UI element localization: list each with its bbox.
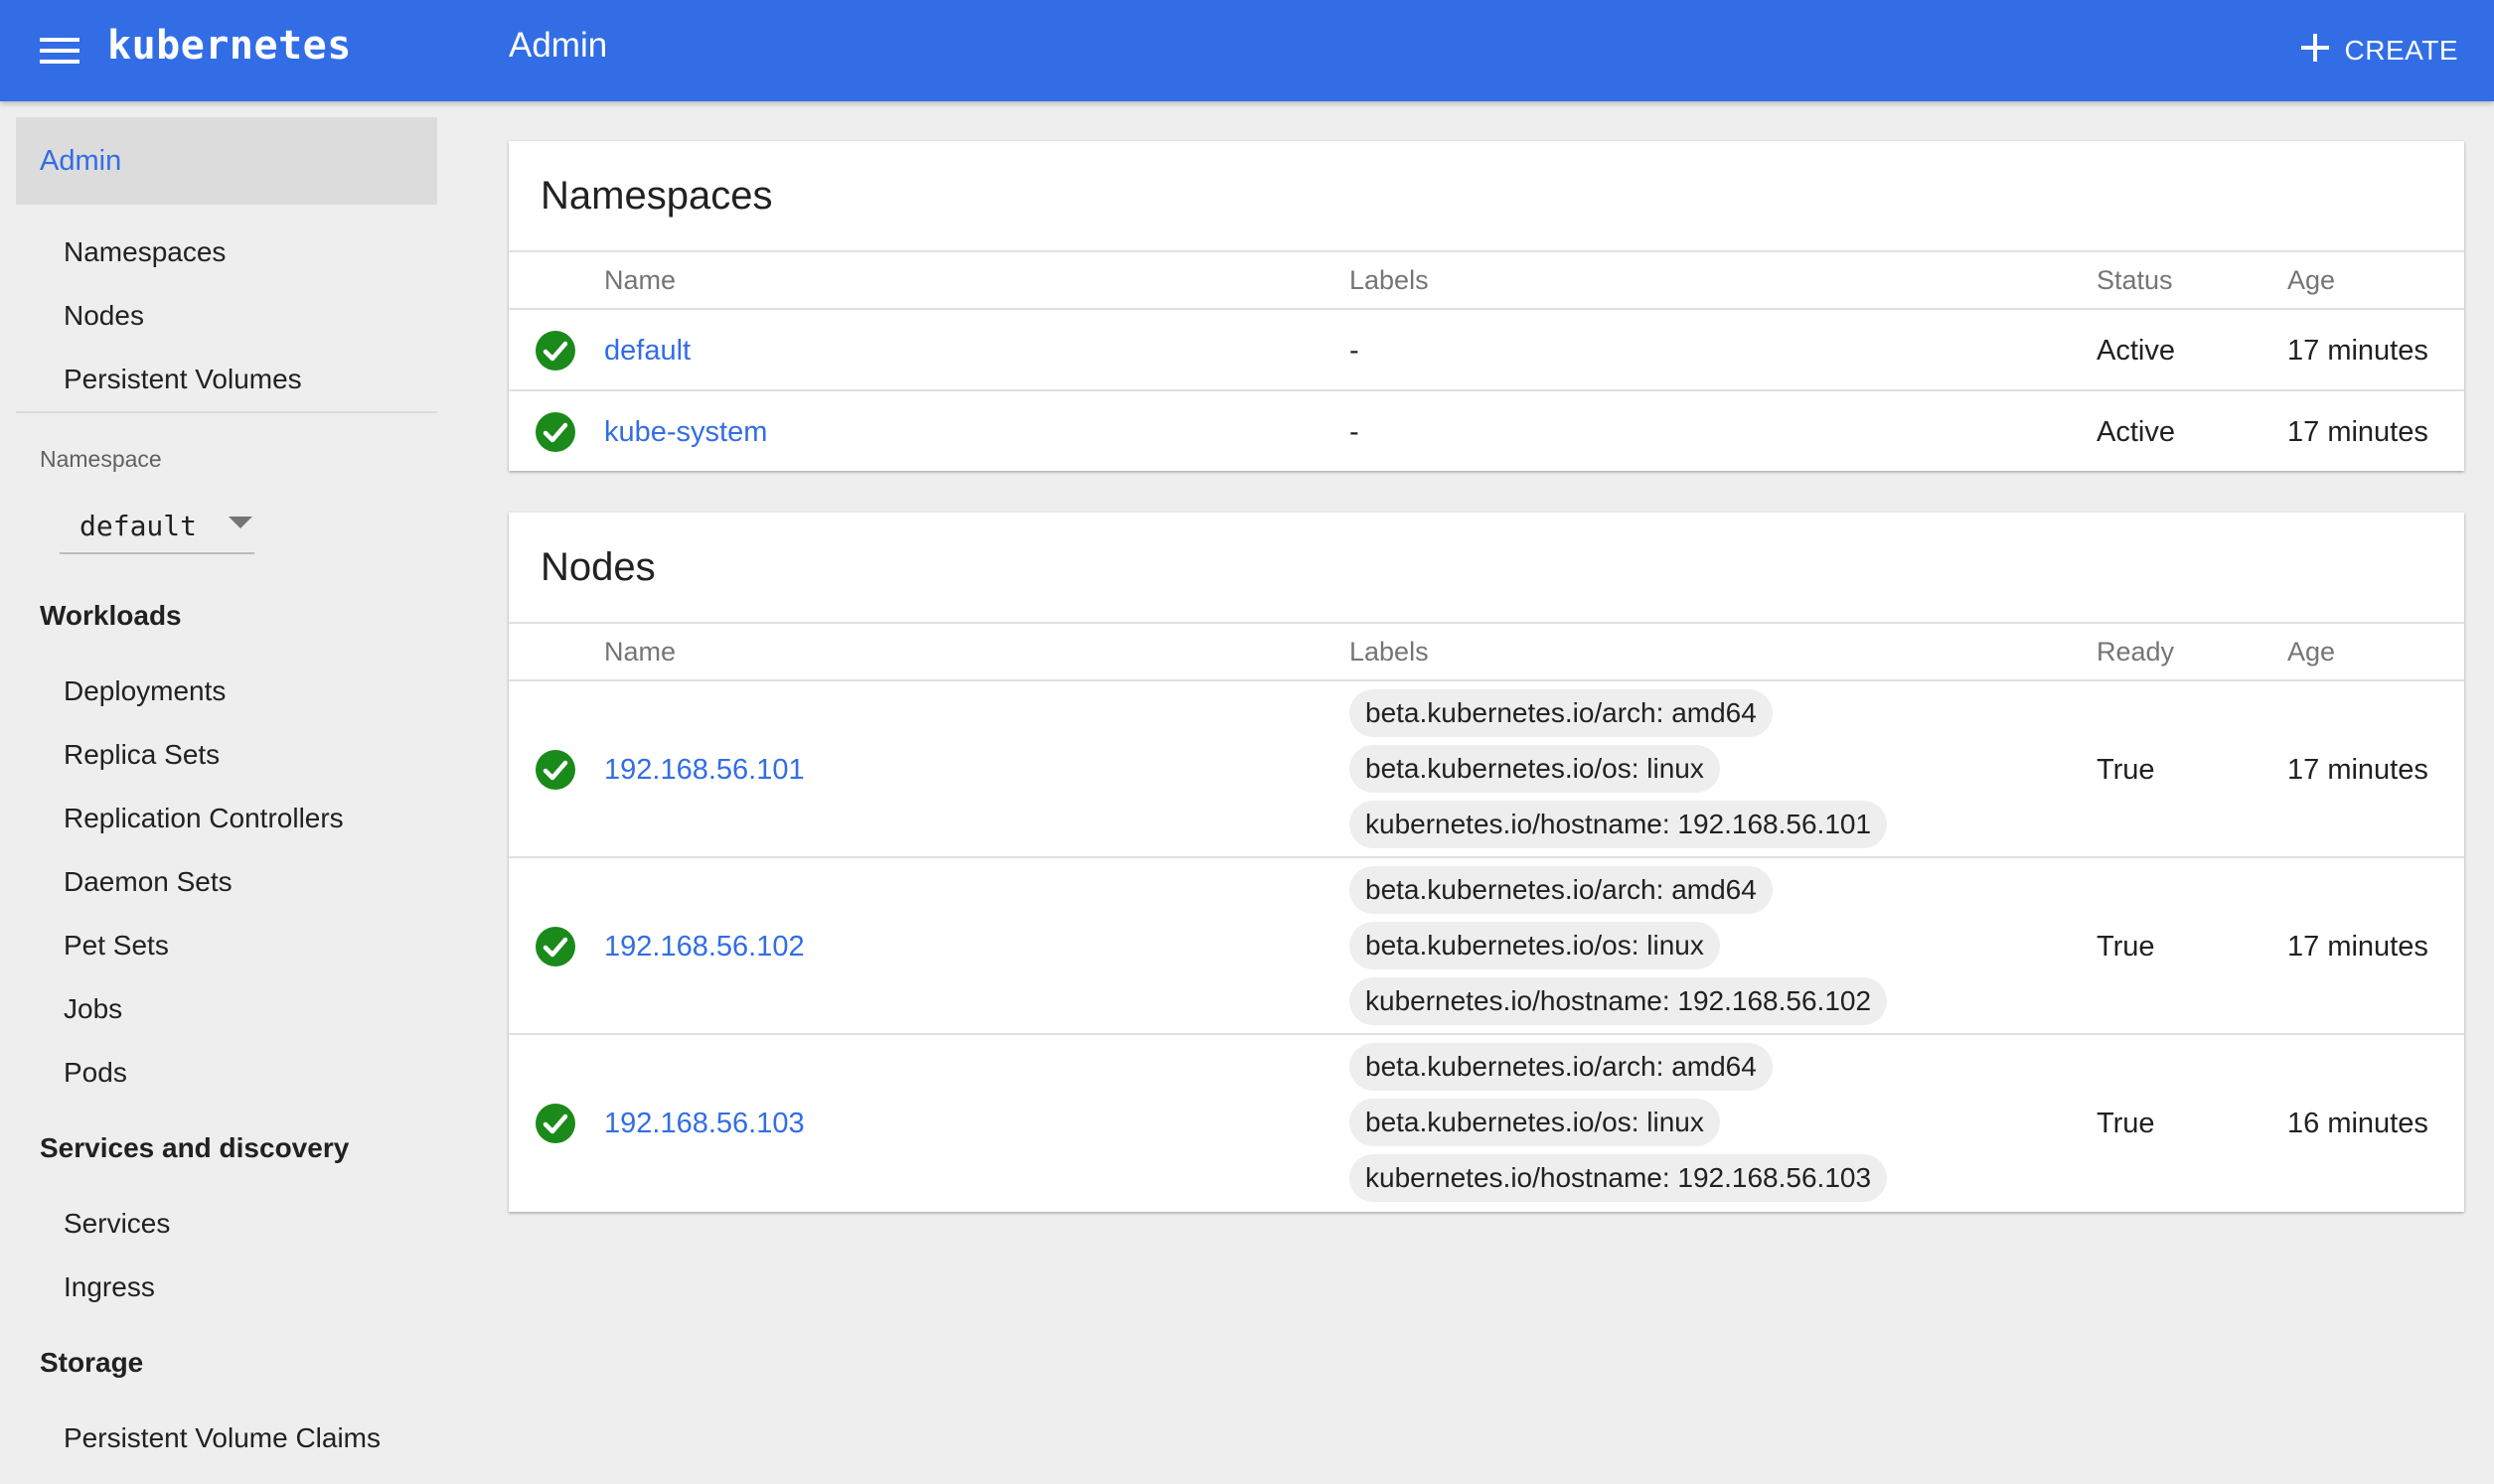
namespace-select[interactable]: default [60, 499, 254, 554]
check-circle-icon [535, 1103, 576, 1144]
plus-icon [2299, 32, 2331, 71]
column-header-status: Status [2097, 265, 2173, 295]
sidebar-section-storage: Storage [40, 1347, 144, 1378]
check-circle-icon [535, 330, 576, 371]
sidebar-item-replication-controllers[interactable]: Replication Controllers [64, 799, 344, 838]
node-age: 16 minutes [2287, 1108, 2428, 1139]
sidebar-item-jobs[interactable]: Jobs [64, 989, 122, 1029]
node-name-link[interactable]: 192.168.56.103 [604, 1104, 805, 1143]
nodes-card-title: Nodes [541, 545, 656, 589]
create-button[interactable]: CREATE [2293, 24, 2465, 77]
sidebar-nav: Admin Namespaces Nodes Persistent Volume… [16, 101, 437, 1484]
label-chip[interactable]: beta.kubernetes.io/arch: amd64 [1349, 689, 1773, 737]
table-row: kube-system - Active 17 minutes [509, 391, 2464, 471]
label-chip[interactable]: beta.kubernetes.io/arch: amd64 [1349, 1043, 1773, 1091]
column-header-name[interactable]: Name [604, 634, 676, 669]
namespace-status: Active [2097, 335, 2175, 367]
namespace-labels: - [1349, 416, 1359, 448]
namespace-age: 17 minutes [2287, 335, 2428, 367]
sidebar-item-persistent-volume-claims[interactable]: Persistent Volume Claims [64, 1418, 381, 1458]
column-header-labels: Labels [1349, 637, 1429, 667]
namespace-name-link[interactable]: kube-system [604, 412, 767, 452]
page-title: Admin [509, 26, 608, 65]
label-chip[interactable]: kubernetes.io/hostname: 192.168.56.102 [1349, 977, 1888, 1025]
card-header-divider [509, 250, 2464, 252]
namespace-select-value: default [79, 510, 198, 542]
node-ready: True [2097, 754, 2155, 786]
brand-logo-text[interactable]: kubernetes [107, 22, 352, 70]
sidebar-item-namespaces[interactable]: Namespaces [64, 232, 226, 272]
column-header-ready: Ready [2097, 637, 2175, 667]
table-row: 192.168.56.103 beta.kubernetes.io/arch: … [509, 1035, 2464, 1212]
table-row: 192.168.56.101 beta.kubernetes.io/arch: … [509, 681, 2464, 858]
sidebar-item-persistent-volumes[interactable]: Persistent Volumes [64, 360, 302, 399]
nodes-card: Nodes Name Labels Ready Age 192.168.56.1… [509, 513, 2464, 1212]
hamburger-menu-icon[interactable] [30, 27, 89, 74]
namespace-age: 17 minutes [2287, 416, 2428, 448]
column-header-age[interactable]: Age [2287, 262, 2335, 298]
sidebar-item-admin[interactable]: Admin [16, 117, 437, 205]
table-row: default - Active 17 minutes [509, 310, 2464, 391]
sidebar-item-ingress[interactable]: Ingress [64, 1267, 155, 1307]
sidebar-item-replica-sets[interactable]: Replica Sets [64, 735, 220, 775]
namespaces-card-title: Namespaces [541, 174, 773, 218]
label-chip[interactable]: kubernetes.io/hostname: 192.168.56.103 [1349, 1154, 1888, 1202]
sidebar-section-workloads: Workloads [40, 600, 182, 631]
column-header-age[interactable]: Age [2287, 634, 2335, 669]
node-ready: True [2097, 1108, 2155, 1139]
sidebar-divider [16, 411, 437, 413]
label-chip[interactable]: beta.kubernetes.io/os: linux [1349, 1099, 1720, 1146]
column-header-labels: Labels [1349, 265, 1429, 295]
check-circle-icon [535, 926, 576, 967]
label-chip[interactable]: kubernetes.io/hostname: 192.168.56.101 [1349, 801, 1888, 848]
node-age: 17 minutes [2287, 754, 2428, 786]
label-chip[interactable]: beta.kubernetes.io/arch: amd64 [1349, 866, 1773, 914]
namespace-label: Namespace [40, 446, 162, 472]
node-name-link[interactable]: 192.168.56.102 [604, 927, 805, 966]
sidebar-item-pods[interactable]: Pods [64, 1053, 127, 1093]
sidebar-item-services[interactable]: Services [64, 1204, 170, 1244]
create-button-label: CREATE [2344, 35, 2458, 66]
node-name-link[interactable]: 192.168.56.101 [604, 750, 805, 790]
sidebar-section-services-and-discovery: Services and discovery [40, 1132, 350, 1163]
sidebar-item-daemon-sets[interactable]: Daemon Sets [64, 862, 233, 902]
namespaces-card: Namespaces Name Labels Status Age defaul… [509, 141, 2464, 471]
check-circle-icon [535, 411, 576, 453]
check-circle-icon [535, 749, 576, 791]
card-header-divider [509, 622, 2464, 624]
node-ready: True [2097, 931, 2155, 963]
namespace-status: Active [2097, 416, 2175, 448]
column-header-name[interactable]: Name [604, 262, 676, 298]
namespace-labels: - [1349, 335, 1359, 367]
top-app-bar: kubernetes Admin CREATE [0, 0, 2494, 101]
sidebar-item-deployments[interactable]: Deployments [64, 671, 226, 711]
namespace-name-link[interactable]: default [604, 331, 691, 371]
label-chip[interactable]: beta.kubernetes.io/os: linux [1349, 745, 1720, 793]
dropdown-arrow-icon [229, 517, 252, 528]
label-chip[interactable]: beta.kubernetes.io/os: linux [1349, 922, 1720, 969]
sidebar-item-nodes[interactable]: Nodes [64, 296, 144, 336]
table-row: 192.168.56.102 beta.kubernetes.io/arch: … [509, 858, 2464, 1035]
node-age: 17 minutes [2287, 931, 2428, 963]
sidebar-item-pet-sets[interactable]: Pet Sets [64, 926, 169, 965]
